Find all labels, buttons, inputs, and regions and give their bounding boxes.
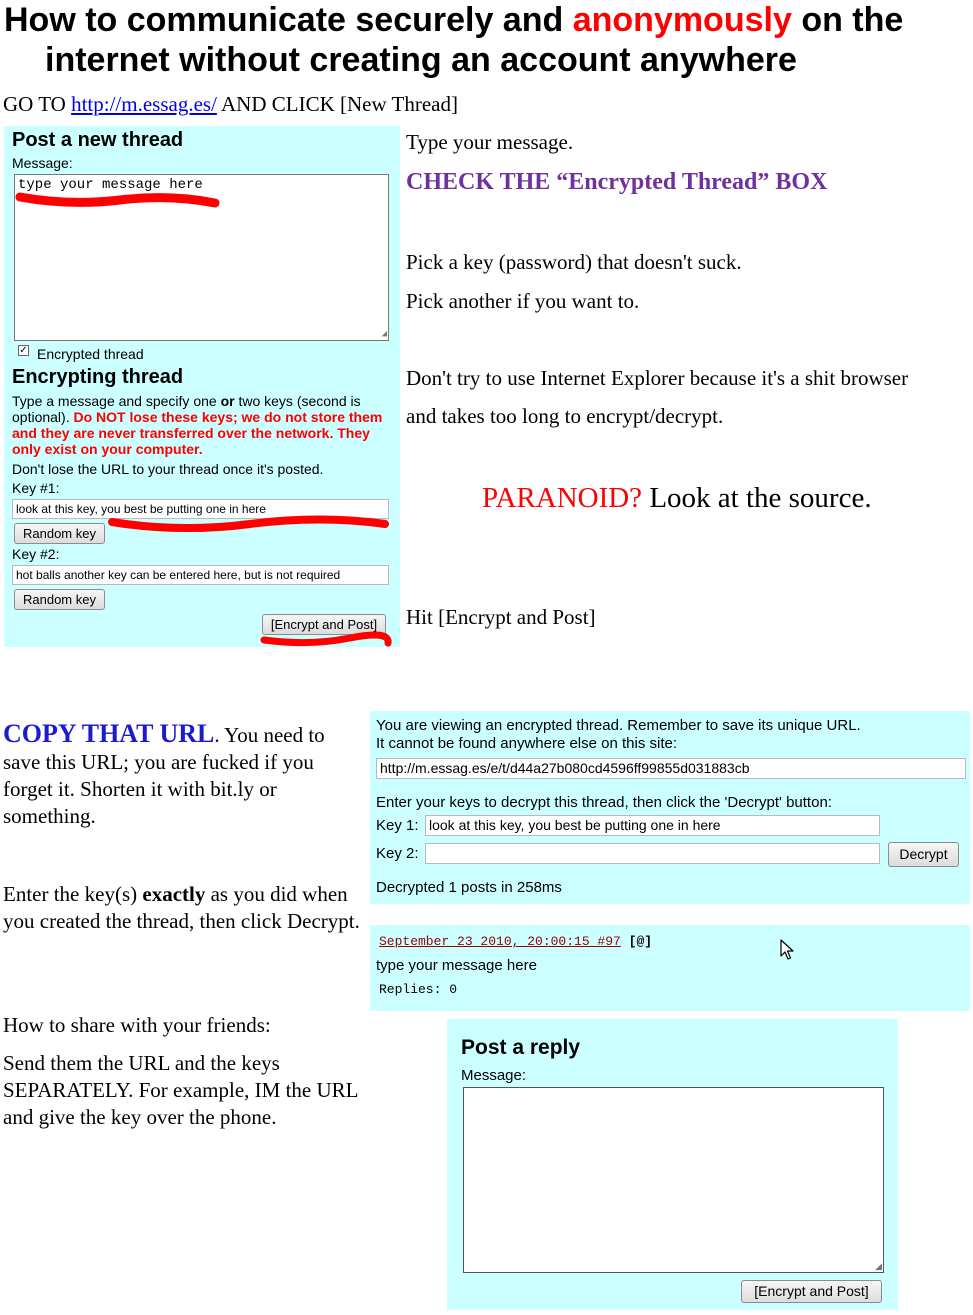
viewing-notice-1: You are viewing an encrypted thread. Rem… bbox=[376, 717, 861, 734]
intro-line: GO TO http://m.essag.es/ AND CLICK [New … bbox=[3, 91, 458, 117]
thread-url-input[interactable]: http://m.essag.es/e/t/d44a27b080cd4596ff… bbox=[376, 758, 966, 779]
note-ie-warning-2: and takes too long to encrypt/decrypt. bbox=[406, 404, 724, 428]
title-anonymously: anonymously bbox=[572, 1, 792, 39]
post-body: type your message here bbox=[376, 957, 537, 974]
reply-message-label: Message: bbox=[461, 1067, 527, 1084]
decrypt-key1-input[interactable]: look at this key, you best be putting on… bbox=[425, 815, 880, 836]
encrypt-and-post-button[interactable]: [Encrypt and Post] bbox=[262, 614, 386, 635]
note-ie-warning-1: Don't try to use Internet Explorer becau… bbox=[406, 366, 909, 390]
post-permalink[interactable]: [@] bbox=[629, 934, 652, 949]
encrypted-thread-checkbox[interactable]: ✓ bbox=[18, 345, 29, 356]
page-title: How to communicate securely and anonymou… bbox=[4, 0, 964, 80]
key2-input[interactable]: hot balls another key can be entered her… bbox=[12, 565, 389, 585]
enter-keys-instruction: Enter your keys to decrypt this thread, … bbox=[376, 794, 832, 811]
reply-encrypt-and-post-button[interactable]: [Encrypt and Post] bbox=[741, 1280, 882, 1303]
note-copy-url: COPY THAT URL. You need to save this URL… bbox=[3, 720, 358, 830]
decrypt-status: Decrypted 1 posts in 258ms bbox=[376, 879, 562, 896]
title-part-2: on the bbox=[791, 1, 904, 39]
key1-input[interactable]: look at this key, you best be putting on… bbox=[12, 499, 389, 519]
intro-go-to: GO TO bbox=[3, 92, 66, 116]
post-replies: Replies: 0 bbox=[379, 982, 458, 997]
decrypt-key1-label: Key 1: bbox=[376, 817, 419, 834]
look-at-source: Look at the source. bbox=[642, 482, 872, 514]
note-enter-keys: Enter the key(s) exactly as you did when… bbox=[3, 881, 373, 935]
note-pick-key: Pick a key (password) that doesn't suck. bbox=[406, 250, 742, 274]
description-a: Type a message and specify one bbox=[12, 393, 221, 409]
encrypting-thread-title: Encrypting thread bbox=[12, 366, 184, 388]
reply-resize-grip-icon[interactable]: ◢ bbox=[875, 1262, 882, 1271]
note-share-body: Send them the URL and the keys SEPARATEL… bbox=[3, 1051, 358, 1129]
message-text: type your message here bbox=[18, 177, 203, 193]
resize-grip-icon[interactable]: ◢ bbox=[382, 330, 387, 339]
note-type-message: Type your message. bbox=[406, 130, 574, 154]
note-check-encrypted: CHECK THE “Encrypted Thread” BOX bbox=[406, 169, 828, 195]
url-note: Don't lose the URL to your thread once i… bbox=[12, 461, 324, 477]
message-label: Message: bbox=[12, 155, 73, 171]
decrypt-key2-label: Key 2: bbox=[376, 845, 419, 862]
mouse-cursor-icon bbox=[780, 939, 794, 960]
random-key-button-2[interactable]: Random key bbox=[14, 589, 105, 610]
encrypting-description: Type a message and specify one or two ke… bbox=[12, 393, 392, 457]
decrypt-key2-input[interactable] bbox=[425, 843, 880, 864]
essages-link[interactable]: http://m.essag.es/ bbox=[71, 92, 217, 116]
key1-label: Key #1: bbox=[12, 480, 60, 496]
note-pick-another: Pick another if you want to. bbox=[406, 289, 640, 313]
reply-message-textarea[interactable]: ◢ bbox=[463, 1087, 884, 1273]
viewing-notice-2: It cannot be found anywhere else on this… bbox=[376, 735, 678, 752]
title-line-2: internet without creating an account any… bbox=[45, 41, 797, 79]
post-timestamp-link[interactable]: September 23 2010, 20:00:15 #97 bbox=[379, 934, 621, 949]
decrypt-button[interactable]: Decrypt bbox=[888, 842, 959, 867]
post-meta: September 23 2010, 20:00:15 #97 [@] bbox=[379, 934, 652, 949]
note-hit-encrypt: Hit [Encrypt and Post] bbox=[406, 605, 596, 629]
note-share-title: How to share with your friends: bbox=[3, 1013, 271, 1037]
intro-and-click: AND CLICK [New Thread] bbox=[221, 92, 458, 116]
random-key-button[interactable]: Random key bbox=[14, 523, 105, 544]
post-panel: September 23 2010, 20:00:15 #97 [@] type… bbox=[370, 925, 970, 1011]
key2-label: Key #2: bbox=[12, 546, 60, 562]
new-thread-title: Post a new thread bbox=[12, 129, 184, 151]
title-part-1: How to communicate securely and bbox=[4, 1, 573, 39]
encrypted-thread-label: Encrypted thread bbox=[37, 346, 144, 362]
enter-keys-a: Enter the key(s) bbox=[3, 882, 143, 906]
paranoid-word: PARANOID? bbox=[482, 482, 643, 514]
copy-url-heading: COPY THAT URL bbox=[3, 719, 215, 748]
note-paranoid: PARANOID? Look at the source. bbox=[482, 481, 872, 515]
decrypt-panel: You are viewing an encrypted thread. Rem… bbox=[370, 711, 970, 904]
description-or: or bbox=[220, 393, 235, 409]
enter-keys-exactly: exactly bbox=[142, 882, 206, 906]
reply-title: Post a reply bbox=[461, 1036, 581, 1059]
reply-panel: Post a reply Message: ◢ [Encrypt and Pos… bbox=[447, 1019, 898, 1310]
new-thread-panel: Post a new thread Message: type your mes… bbox=[4, 126, 400, 647]
message-textarea[interactable]: type your message here ◢ bbox=[14, 174, 389, 341]
